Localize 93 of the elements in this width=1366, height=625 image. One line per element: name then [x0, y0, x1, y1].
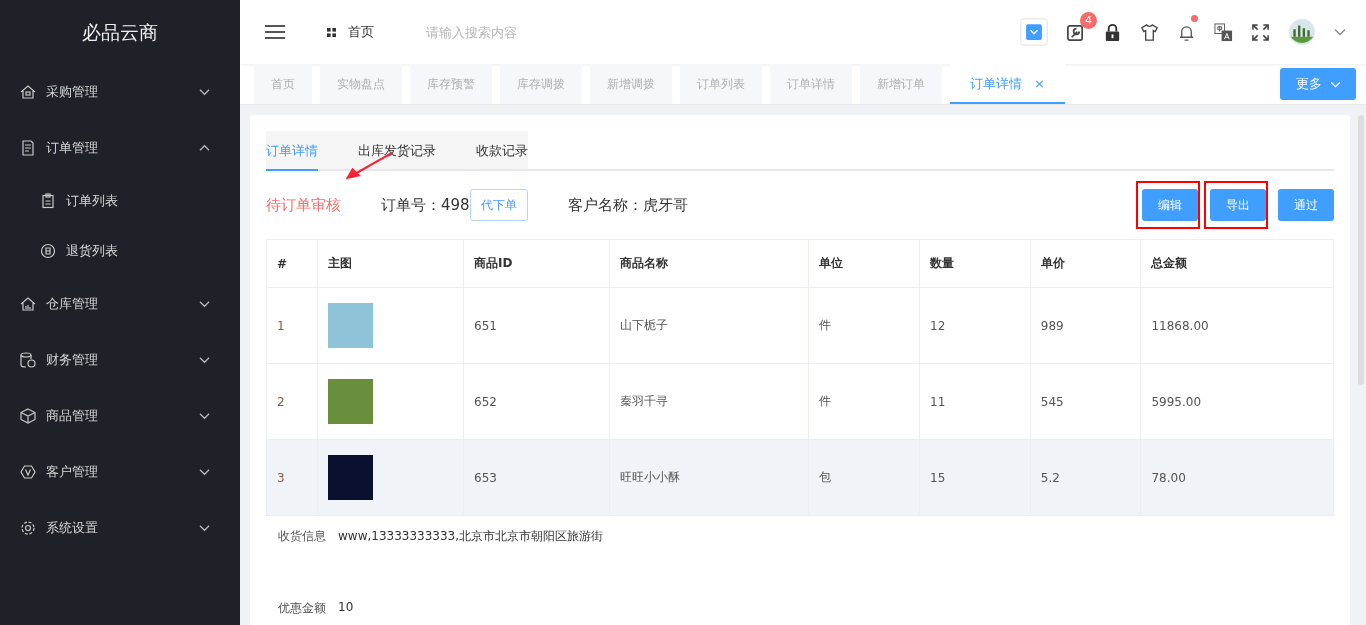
sidebar-item[interactable]: 订单管理 — [0, 120, 240, 176]
menu-doc-icon — [20, 140, 36, 156]
table-row[interactable]: 1 651 山下栀子 件 12 989 11868.00 — [266, 287, 1334, 364]
app-logo-text: 必品云商 — [81, 20, 159, 45]
unread-dot-icon — [1191, 14, 1198, 22]
sidebar-item[interactable]: 采购管理 — [0, 64, 240, 120]
circle-badge-icon — [40, 243, 56, 259]
column-header: 总金额 — [1140, 239, 1334, 288]
table-cell: 12 — [919, 287, 1031, 364]
table-cell: 1 — [266, 287, 318, 364]
menu-warehouse-icon — [20, 296, 36, 312]
page-tab[interactable]: 订单详情 — [770, 64, 852, 104]
table-cell: 5995.00 — [1140, 363, 1334, 440]
table-cell: 5.2 — [1030, 439, 1141, 516]
page-tab[interactable]: 订单列表 — [680, 64, 762, 104]
field-value: 10 — [338, 600, 354, 616]
breadcrumb-link[interactable]: 首页 — [348, 23, 374, 41]
table-cell: 78.00 — [1140, 439, 1334, 516]
menu-house-icon — [20, 84, 36, 100]
column-header: 商品ID — [463, 239, 610, 288]
sidebar-item[interactable]: 仓库管理 — [0, 276, 240, 332]
sidebar-item[interactable]: 财务管理 — [0, 332, 240, 388]
column-header: 单价 — [1030, 239, 1141, 288]
menu-coins-icon — [20, 352, 36, 368]
menu-gear-icon — [20, 520, 36, 536]
grid-icon — [327, 27, 336, 37]
table-cell: 件 — [808, 287, 920, 364]
translate-icon[interactable] — [1214, 22, 1233, 42]
action-button[interactable]: 导出 — [1210, 189, 1266, 221]
menu-icon[interactable] — [265, 25, 285, 39]
page-tab[interactable]: 新增调拨 — [590, 64, 672, 104]
field-label: 收货信息 — [278, 528, 326, 545]
table-cell: 件 — [808, 363, 920, 440]
user-avatar[interactable] — [1288, 18, 1316, 46]
table-row[interactable]: 3 653 旺旺小小酥 包 15 5.2 78.00 — [266, 439, 1334, 516]
column-header: 主图 — [317, 239, 464, 288]
page-tab[interactable]: 库存调拨 — [500, 64, 582, 104]
table-cell: 652 — [463, 363, 610, 440]
page-tab[interactable]: 库存预警 — [410, 64, 492, 104]
menu-hex-icon — [20, 464, 36, 480]
page-tab[interactable]: 首页 — [254, 64, 312, 104]
table-cell: 秦羽千寻 — [609, 363, 809, 440]
column-header: 单位 — [808, 239, 920, 288]
menu-box-icon — [20, 408, 36, 424]
sidebar-item[interactable]: 系统设置 — [0, 500, 240, 556]
order-status: 待订单审核 — [266, 195, 341, 214]
scrollbar[interactable] — [1358, 115, 1364, 385]
table-row[interactable]: 2 652 秦羽千寻 件 11 545 5995.00 — [266, 363, 1334, 440]
notification-count-badge: 4 — [1080, 11, 1097, 29]
photo-placeholder — [328, 455, 373, 500]
table-cell: 旺旺小小酥 — [609, 439, 809, 516]
field-value: www,13333333333,北京市北京市朝阳区旅游街 — [338, 528, 604, 545]
table-cell: 545 — [1030, 363, 1141, 440]
caret-icon — [1329, 80, 1341, 88]
table-cell: 651 — [463, 287, 610, 364]
proxy-order-button[interactable]: 代下单 — [469, 189, 528, 221]
table-cell: 11 — [919, 363, 1031, 440]
photo-placeholder — [328, 379, 373, 424]
table-cell: 包 — [808, 439, 920, 516]
column-header: 数量 — [919, 239, 1031, 288]
close-icon[interactable]: × — [1034, 76, 1045, 91]
more-button[interactable]: 更多 — [1280, 68, 1356, 100]
lock-icon[interactable] — [1103, 22, 1122, 42]
table-cell: 11868.00 — [1140, 287, 1334, 364]
action-button[interactable]: 通过 — [1278, 189, 1334, 221]
table-cell: 653 — [463, 439, 610, 516]
detail-tab[interactable]: 收款记录 — [476, 131, 528, 171]
field-label: 优惠金额 — [278, 600, 326, 617]
photo-placeholder — [328, 303, 373, 348]
dropdown-select-icon[interactable] — [1020, 18, 1048, 46]
table-cell: 15 — [919, 439, 1031, 516]
fullscreen-icon[interactable] — [1251, 22, 1270, 42]
customer-name: 客户名称：虎牙哥 — [567, 195, 688, 215]
shirt-icon[interactable] — [1140, 22, 1159, 42]
table-cell: 3 — [266, 439, 318, 516]
table-cell: 山下栀子 — [609, 287, 809, 364]
clipboard-icon — [40, 193, 56, 209]
page-tab[interactable]: 新增订单 — [860, 64, 942, 104]
caret-icon[interactable] — [1334, 28, 1346, 36]
sidebar-subitem[interactable]: 退货列表 — [0, 226, 240, 276]
wrench-icon[interactable] — [1066, 22, 1085, 42]
sidebar-item[interactable]: 客户管理 — [0, 444, 240, 500]
detail-tab[interactable]: 出库发货记录 — [358, 131, 436, 171]
detail-tab[interactable]: 订单详情 — [266, 131, 318, 171]
column-header: 商品名称 — [609, 239, 809, 288]
table-cell: 989 — [1030, 287, 1141, 364]
order-number: 订单号：498 — [381, 195, 470, 215]
table-cell: 2 — [266, 363, 318, 440]
sidebar-item[interactable]: 商品管理 — [0, 388, 240, 444]
sidebar-subitem[interactable]: 订单列表 — [0, 176, 240, 226]
page-tab[interactable]: 实物盘点 — [320, 64, 402, 104]
column-header: # — [266, 239, 318, 288]
action-button[interactable]: 编辑 — [1142, 189, 1198, 221]
